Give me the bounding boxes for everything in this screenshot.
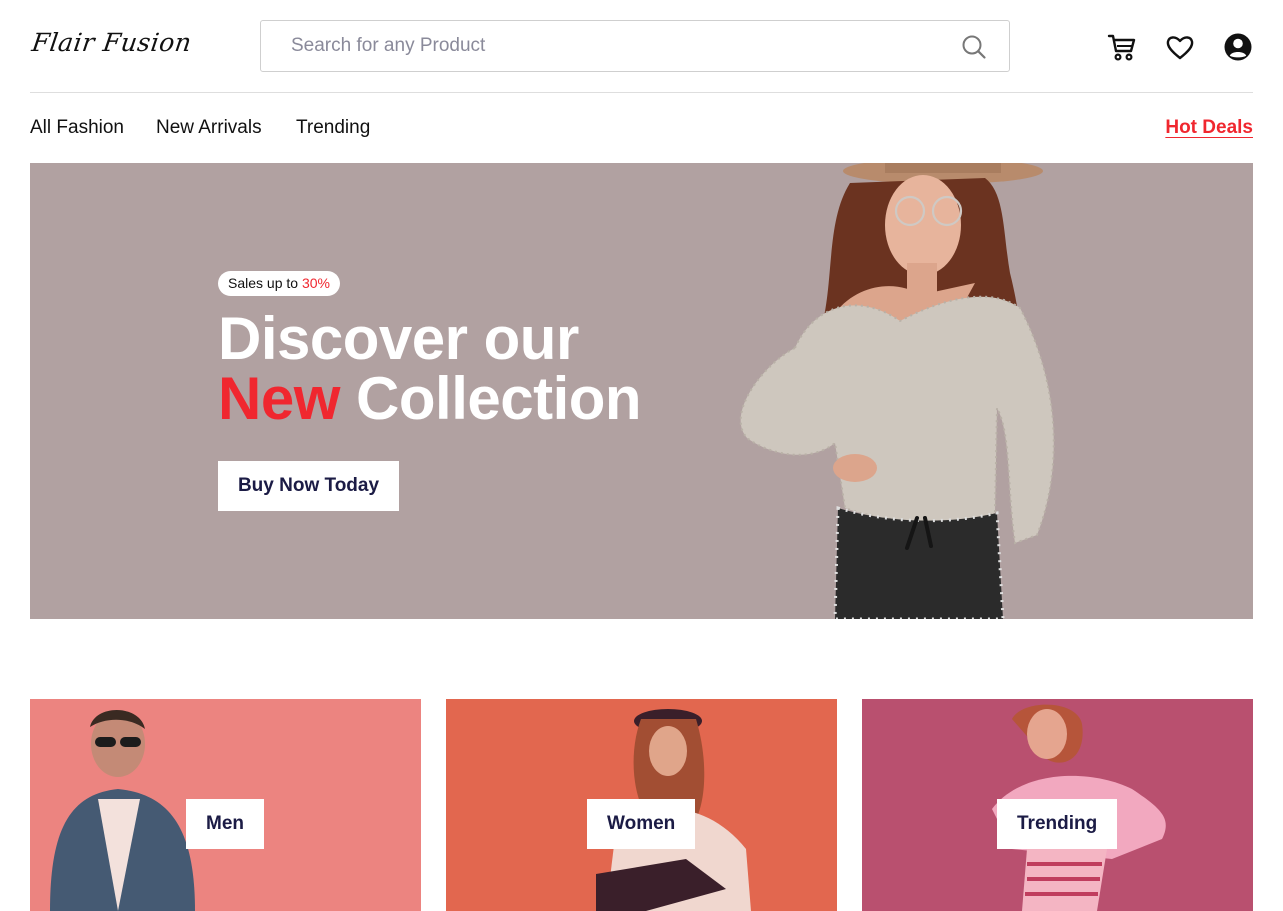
site-header: Flair Fusion — [30, 0, 1253, 93]
search-icon[interactable] — [961, 34, 987, 60]
category-label-women: Women — [587, 799, 696, 849]
main-nav: All Fashion New Arrivals Trending Hot De… — [30, 93, 1253, 163]
category-card-trending[interactable]: Trending — [862, 699, 1253, 911]
nav-item-all-fashion[interactable]: All Fashion — [30, 117, 124, 139]
nav-item-new-arrivals[interactable]: New Arrivals — [156, 117, 262, 139]
user-account-icon[interactable] — [1223, 32, 1253, 62]
hero-banner: Sales up to 30% Discover our New Collect… — [30, 163, 1253, 619]
hero-model-image — [739, 163, 1055, 619]
cart-icon[interactable] — [1107, 32, 1137, 62]
heart-icon[interactable] — [1165, 32, 1195, 62]
hero-title-line1: Discover our — [218, 305, 579, 372]
category-label-trending: Trending — [997, 799, 1118, 849]
category-cards: Men Women Trending — [30, 699, 1253, 911]
category-card-men[interactable]: Men — [30, 699, 421, 911]
search-bar — [260, 20, 1010, 72]
nav-item-trending[interactable]: Trending — [296, 117, 370, 139]
buy-now-button[interactable]: Buy Now Today — [218, 461, 399, 511]
search-input[interactable] — [261, 21, 951, 71]
hero-title: Discover our New Collection — [218, 309, 642, 432]
header-actions — [1107, 30, 1253, 64]
category-label-men: Men — [186, 799, 264, 849]
sale-badge-text: Sales up to — [228, 275, 299, 291]
category-card-women[interactable]: Women — [446, 699, 837, 911]
sale-badge: Sales up to 30% — [218, 271, 340, 296]
hero-title-rest: Collection — [356, 365, 642, 432]
sale-badge-percent: 30% — [301, 275, 330, 291]
brand-logo[interactable]: Flair Fusion — [30, 28, 194, 57]
hero-title-highlight: New — [218, 365, 340, 432]
nav-item-hot-deals[interactable]: Hot Deals — [1165, 117, 1253, 139]
